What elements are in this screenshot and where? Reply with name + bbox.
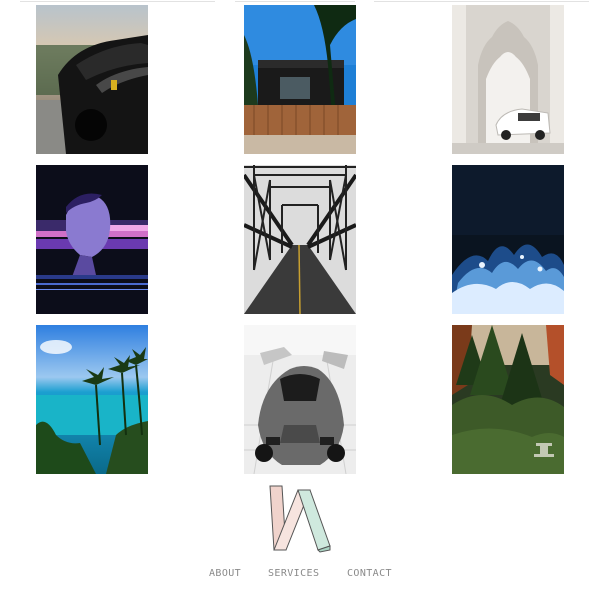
gallery-photo-wave[interactable] [452,165,564,314]
top-divider [0,0,600,4]
footer-nav: ABOUT SERVICES CONTACT [0,568,600,582]
nav-link-contact[interactable]: CONTACT [347,568,392,579]
nav-link-services[interactable]: SERVICES [268,568,319,579]
gallery-photo-bridge[interactable] [244,165,356,314]
gallery-photo-bust[interactable] [36,165,148,314]
gallery-photo-car[interactable] [36,5,148,154]
gallery-photo-coast[interactable] [36,325,148,474]
gallery-photo-house[interactable] [244,5,356,154]
gallery-photo-forest[interactable] [452,325,564,474]
nav-link-about[interactable]: ABOUT [209,568,241,579]
monogram-logo[interactable] [264,484,336,556]
gallery-photo-arches[interactable] [452,5,564,154]
gallery-photo-supercar[interactable] [244,325,356,474]
